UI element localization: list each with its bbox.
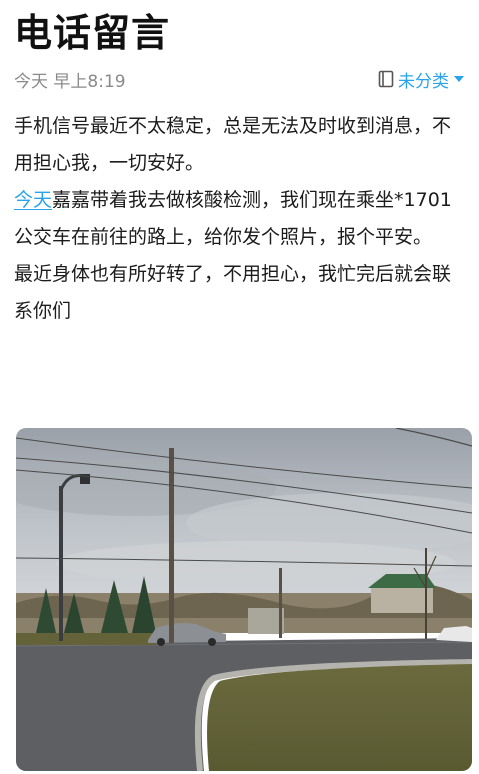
notebook-icon (378, 70, 394, 88)
category-selector[interactable]: 未分类 (378, 67, 465, 92)
date-link-today[interactable]: 今天 (14, 189, 52, 211)
category-label: 未分类 (398, 71, 449, 92)
paragraph-3: 最近身体也有所好转了，不用担心，我忙完后就会联系你们 (14, 263, 452, 322)
note-title: 电话留言 (14, 11, 171, 55)
attached-photo[interactable] (16, 428, 472, 771)
paragraph-1: 手机信号最近不太稳定，总是无法及时收到消息，不用担心我，一切安好。 (14, 115, 452, 174)
note-timestamp: 今天 早上8:19 (14, 71, 126, 92)
note-body[interactable]: 手机信号最近不太稳定，总是无法及时收到消息，不用担心我，一切安好。 今天嘉嘉带着… (14, 108, 465, 330)
paragraph-2-text: 嘉嘉带着我去做核酸检测，我们现在乘坐*1701公交车在前往的路上，给你发个照片，… (14, 189, 452, 248)
note-page: 电话留言 今天 早上8:19 未分类 手机信号最近不太稳定，总是无法及时收到消息… (0, 0, 479, 774)
caret-down-icon (453, 74, 465, 84)
note-meta-row: 今天 早上8:19 未分类 (14, 66, 465, 92)
paragraph-2: 今天嘉嘉带着我去做核酸检测，我们现在乘坐*1701公交车在前往的路上，给你发个照… (14, 182, 465, 256)
